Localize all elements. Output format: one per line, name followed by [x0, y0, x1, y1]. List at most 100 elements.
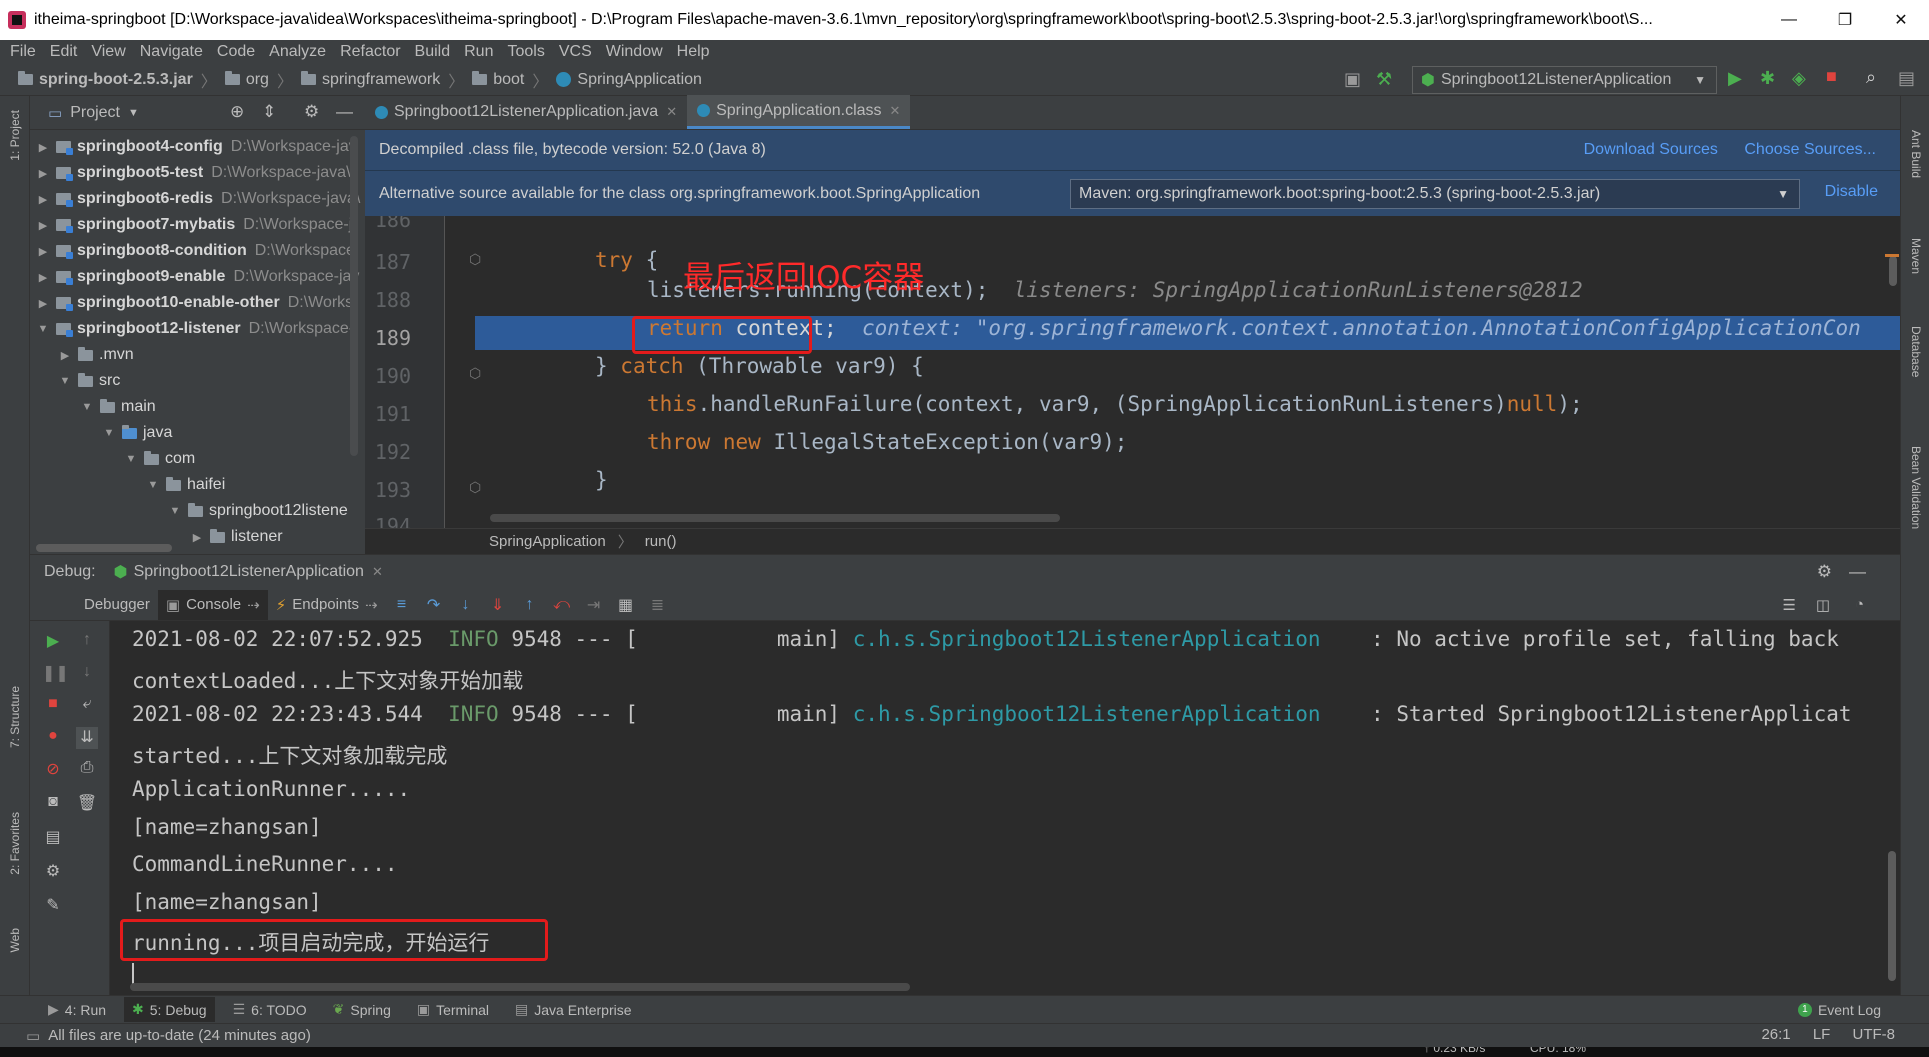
chevron-down-icon[interactable]: ▼: [36, 323, 50, 335]
menu-file[interactable]: File: [10, 43, 36, 61]
print-icon[interactable]: ⎙: [76, 759, 98, 781]
console-vscrollbar[interactable]: [1888, 851, 1896, 981]
tool-terminal[interactable]: ▣ Terminal: [417, 1001, 489, 1018]
collapse-all-icon[interactable]: ⇕: [262, 102, 276, 122]
fold-icon[interactable]: ⬡: [469, 252, 481, 268]
disable-link[interactable]: Disable: [1825, 183, 1878, 201]
project-panel-title[interactable]: Project: [70, 104, 120, 122]
camera-icon[interactable]: ◙: [42, 793, 64, 815]
run-configuration-select[interactable]: ⬢ Springboot12ListenerApplication ▼: [1412, 66, 1717, 94]
gear-icon[interactable]: ⚙: [42, 861, 64, 883]
chevron-right-icon[interactable]: ▶: [36, 271, 50, 284]
stop-icon[interactable]: ■: [42, 695, 64, 717]
chevron-right-icon[interactable]: ▶: [36, 245, 50, 258]
menu-navigate[interactable]: Navigate: [140, 43, 203, 61]
console-output[interactable]: 2021-08-02 22:07:52.925 INFO 9548 --- [ …: [110, 621, 1900, 995]
tree-item-main[interactable]: ▼ main: [80, 394, 156, 420]
run-icon[interactable]: ▶: [1728, 68, 1742, 89]
build-hammer-icon[interactable]: ⚒: [1376, 69, 1392, 90]
tool-web[interactable]: Web: [8, 928, 22, 952]
trace-icon[interactable]: ≣: [642, 595, 674, 615]
menu-view[interactable]: View: [91, 43, 125, 61]
breadcrumb-class[interactable]: SpringApplication: [489, 533, 606, 550]
chevron-right-icon[interactable]: ▶: [58, 349, 72, 362]
tree-item-listener[interactable]: ▶ listener: [190, 524, 283, 550]
show-execution-point-icon[interactable]: ≡: [386, 596, 418, 614]
nav-crumb-jar[interactable]: spring-boot-2.5.3.jar 〉: [18, 68, 217, 92]
list-view-icon[interactable]: ☰: [1783, 596, 1796, 614]
tab-springboot12listenerapplication-java[interactable]: Springboot12ListenerApplication.java ✕: [365, 95, 687, 129]
chevron-right-icon[interactable]: ▶: [190, 531, 204, 544]
tool-spring[interactable]: ❦ Spring: [333, 1001, 391, 1018]
close-icon[interactable]: ✕: [890, 103, 901, 119]
restore-layout-icon[interactable]: ◔: [1855, 596, 1864, 613]
tree-item-springboot8-condition[interactable]: ▶ springboot8-condition D:\Workspace: [36, 238, 355, 264]
tool-project[interactable]: 1: Project: [8, 110, 22, 161]
tree-item-springboot6-redis[interactable]: ▶ springboot6-redis D:\Workspace-java\: [36, 186, 360, 212]
project-hscrollbar[interactable]: [36, 544, 172, 552]
tool-database[interactable]: Database: [1909, 326, 1923, 377]
status-icon[interactable]: ▭: [26, 1027, 40, 1045]
download-sources-link[interactable]: Download Sources: [1584, 141, 1718, 158]
editor-gutter[interactable]: 186 187 188 189 190 191 192 193 194: [365, 216, 445, 528]
tree-item-springboot9-enable[interactable]: ▶ springboot9-enable D:\Workspace-jav: [36, 264, 359, 290]
tree-item-springboot10-enable-other[interactable]: ▶ springboot10-enable-other D:\Works: [36, 290, 353, 316]
console-hscrollbar[interactable]: [130, 983, 910, 991]
step-out-icon[interactable]: ↑: [514, 596, 546, 614]
nav-crumb-boot[interactable]: boot 〉: [472, 68, 548, 92]
restore-button[interactable]: ❐: [1817, 10, 1873, 30]
tree-item-springboot12listener[interactable]: ▼ springboot12listene: [168, 498, 348, 524]
chevron-down-icon[interactable]: ▼: [102, 427, 116, 439]
pin-icon[interactable]: ✎: [42, 895, 64, 917]
tool-ant-build[interactable]: Ant Build: [1909, 130, 1923, 178]
close-icon[interactable]: ✕: [666, 104, 677, 120]
chevron-right-icon[interactable]: ▶: [36, 297, 50, 310]
tree-item-springboot5-test[interactable]: ▶ springboot5-test D:\Workspace-java\i: [36, 160, 354, 186]
hide-panel-icon[interactable]: —: [1849, 562, 1866, 582]
force-step-into-icon[interactable]: ⇓: [482, 595, 514, 615]
drop-frame-icon[interactable]: ⤺: [546, 596, 578, 614]
tool-structure[interactable]: 7: Structure: [8, 686, 22, 748]
pause-icon[interactable]: ❚❚: [42, 663, 69, 685]
menu-vcs[interactable]: VCS: [559, 43, 592, 61]
stop-icon[interactable]: ■: [1826, 66, 1837, 87]
view-breakpoints-icon[interactable]: ●: [42, 727, 64, 749]
menu-run[interactable]: Run: [464, 43, 493, 61]
code-editor[interactable]: 186 187 188 189 190 191 192 193 194 ⬡ ⬡ …: [365, 216, 1900, 528]
menu-window[interactable]: Window: [606, 43, 663, 61]
tool-event-log[interactable]: 1 Event Log: [1797, 1002, 1881, 1018]
mute-breakpoints-icon[interactable]: ⊘: [42, 759, 64, 781]
alternative-source-select[interactable]: Maven: org.springframework.boot:spring-b…: [1070, 179, 1800, 209]
minimize-button[interactable]: —: [1761, 11, 1817, 29]
tree-item-src[interactable]: ▼ src: [58, 368, 121, 394]
chevron-down-icon[interactable]: ▼: [124, 453, 138, 465]
editor-vscrollbar[interactable]: [1889, 256, 1897, 286]
chevron-down-icon[interactable]: ▼: [128, 107, 139, 119]
close-icon[interactable]: ✕: [372, 564, 383, 580]
down-arrow-icon[interactable]: ↓: [76, 663, 98, 685]
close-button[interactable]: ✕: [1873, 10, 1929, 30]
nav-crumb-org[interactable]: org 〉: [224, 68, 293, 92]
menu-edit[interactable]: Edit: [50, 43, 78, 61]
search-icon[interactable]: ⌕: [1866, 67, 1876, 88]
hide-panel-icon[interactable]: —: [336, 102, 353, 122]
menu-refactor[interactable]: Refactor: [340, 43, 400, 61]
debug-session-tab[interactable]: ⬢ Springboot12ListenerApplication ✕: [114, 562, 383, 582]
debug-bug-icon[interactable]: ✱: [1760, 68, 1775, 89]
chevron-right-icon[interactable]: ▶: [36, 167, 50, 180]
tab-springapplication-class[interactable]: SpringApplication.class ✕: [687, 95, 911, 129]
chevron-down-icon[interactable]: ▼: [80, 401, 94, 413]
tree-item-springboot12-listener[interactable]: ▼ springboot12-listener D:\Workspace-j: [36, 316, 358, 342]
locate-icon[interactable]: ⊕: [230, 102, 244, 122]
tab-endpoints[interactable]: ⚡ Endpoints ⇢: [268, 590, 386, 620]
tool-run[interactable]: ▶ 4: Run: [48, 1001, 106, 1018]
fold-icon[interactable]: ⬡: [469, 480, 481, 496]
editor-hscrollbar[interactable]: [490, 514, 1060, 522]
clear-all-icon[interactable]: 🗑: [76, 793, 98, 815]
gear-icon[interactable]: ⚙: [1817, 562, 1832, 582]
resume-icon[interactable]: ▶: [42, 631, 64, 653]
project-scrollbar[interactable]: [350, 136, 358, 456]
breadcrumb-method[interactable]: run(): [645, 533, 677, 550]
tool-java-enterprise[interactable]: ▤ Java Enterprise: [515, 1001, 632, 1018]
chevron-right-icon[interactable]: ▶: [36, 193, 50, 206]
